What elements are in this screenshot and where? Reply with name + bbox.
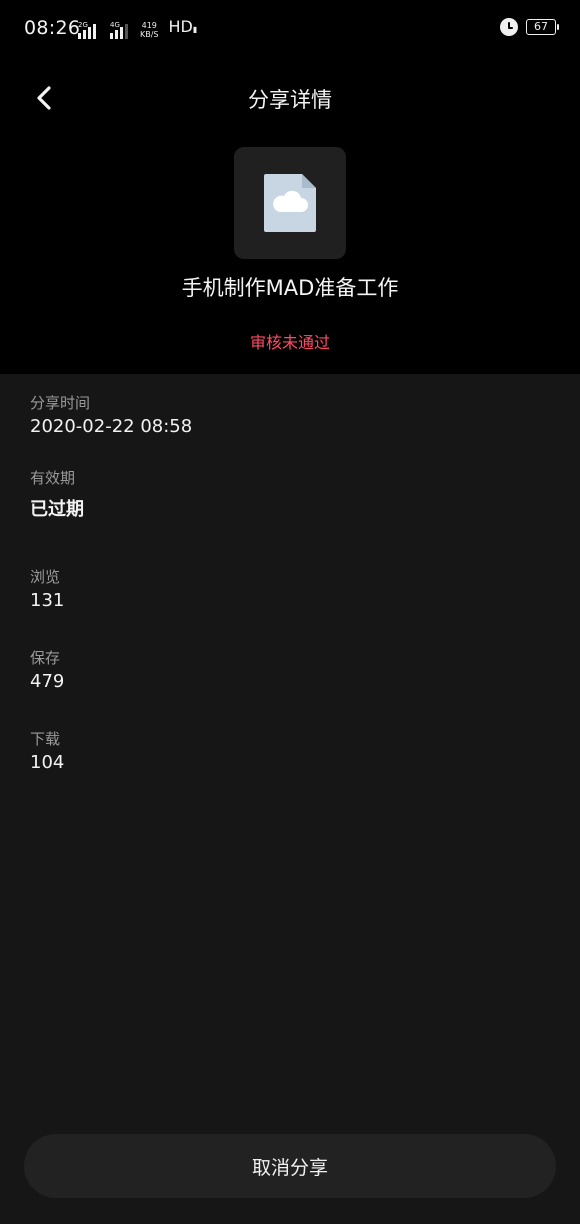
detail-value: 已过期	[30, 499, 84, 520]
detail-label: 保存	[30, 649, 61, 667]
detail-downloads: 下载 104	[30, 729, 64, 775]
signal-2g-icon: 2G	[78, 21, 96, 39]
detail-label: 下载	[30, 730, 61, 748]
detail-value: 479	[30, 671, 65, 692]
network-speed: 419 KB/S	[140, 21, 159, 39]
signal-4g-icon: 4G	[110, 21, 128, 39]
alarm-clock-icon	[500, 18, 518, 36]
page-title: 分享详情	[248, 88, 332, 112]
cancel-share-button[interactable]: 取消分享	[24, 1134, 556, 1198]
detail-share-time: 分享时间 2020-02-22 08:58	[30, 393, 192, 439]
nav-bar: 分享详情	[0, 70, 580, 126]
detail-value: 104	[30, 752, 65, 773]
battery-icon: 67	[526, 19, 559, 35]
detail-value: 131	[30, 590, 65, 611]
detail-saves: 保存 479	[30, 648, 64, 694]
cloud-file-icon	[264, 174, 316, 232]
detail-views: 浏览 131	[30, 567, 64, 613]
status-time: 08:26	[24, 17, 81, 39]
hd-indicator: HD▮	[168, 17, 198, 36]
detail-label: 浏览	[30, 568, 61, 586]
detail-value: 2020-02-22 08:58	[30, 416, 193, 437]
file-name: 手机制作MAD准备工作	[181, 276, 399, 300]
detail-validity: 有效期 已过期	[30, 468, 84, 522]
detail-label: 有效期	[30, 469, 76, 487]
status-signals: 2G 4G 419 KB/S HD▮	[78, 17, 198, 39]
status-bar: 08:26 2G 4G 419 KB/S HD▮ 67	[0, 0, 580, 60]
detail-label: 分享时间	[30, 394, 91, 412]
audit-status: 审核未通过	[249, 333, 330, 352]
file-thumbnail	[234, 147, 346, 259]
battery-level: 67	[534, 20, 548, 33]
status-right: 67	[500, 18, 559, 36]
